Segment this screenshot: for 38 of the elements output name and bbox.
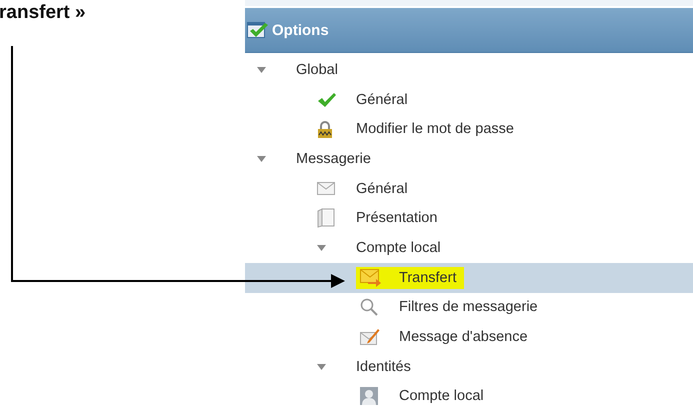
tree-item[interactable]: Messagerie bbox=[245, 144, 693, 174]
tree-label: Compte local bbox=[399, 388, 484, 404]
lock-icon bbox=[317, 120, 333, 139]
tree-item[interactable]: Général bbox=[245, 174, 693, 204]
expand-arrow-icon[interactable] bbox=[317, 244, 326, 251]
tree-item[interactable]: Transfert bbox=[245, 262, 693, 292]
envelope-arrow-icon bbox=[360, 268, 382, 287]
tree-label: Global bbox=[296, 62, 338, 78]
tree-label: Général bbox=[356, 180, 408, 197]
tree-label: Général bbox=[356, 92, 408, 108]
person-icon bbox=[360, 387, 378, 406]
tree-item[interactable]: Identités bbox=[245, 352, 693, 382]
tree-item[interactable]: Global bbox=[245, 55, 693, 85]
tree-item[interactable]: Présentation bbox=[245, 203, 693, 234]
envelope-icon bbox=[317, 182, 335, 196]
caption-text: ransfert » bbox=[0, 2, 86, 24]
check-icon bbox=[317, 92, 337, 108]
tree-item[interactable]: Compte local bbox=[245, 382, 693, 408]
tree-item[interactable]: Filtres de messagerie bbox=[245, 292, 693, 322]
checkbox-check-icon bbox=[247, 21, 269, 39]
tree-label: Présentation bbox=[356, 210, 438, 226]
tree-label: Message d'absence bbox=[399, 329, 528, 346]
expand-arrow-icon[interactable] bbox=[257, 66, 266, 73]
pages-icon bbox=[317, 208, 335, 228]
tree-label: Compte local bbox=[356, 240, 441, 256]
search-icon bbox=[360, 298, 378, 316]
tree-item[interactable]: Message d'absence bbox=[245, 322, 693, 352]
tree-label: Modifier le mot de passe bbox=[356, 121, 514, 138]
expand-arrow-icon[interactable] bbox=[257, 156, 266, 162]
tree-item[interactable]: Compte local bbox=[245, 233, 693, 263]
tree-label: Filtres de messagerie bbox=[399, 299, 538, 316]
tree-item[interactable]: Général bbox=[245, 84, 693, 114]
envelope-pencil-icon bbox=[360, 328, 380, 346]
tree-label: Messagerie bbox=[296, 150, 371, 167]
panel-title: Options bbox=[272, 22, 329, 38]
tree-item[interactable]: Modifier le mot de passe bbox=[245, 114, 693, 144]
expand-arrow-icon[interactable] bbox=[317, 364, 326, 370]
tree-label: Identités bbox=[356, 358, 411, 375]
